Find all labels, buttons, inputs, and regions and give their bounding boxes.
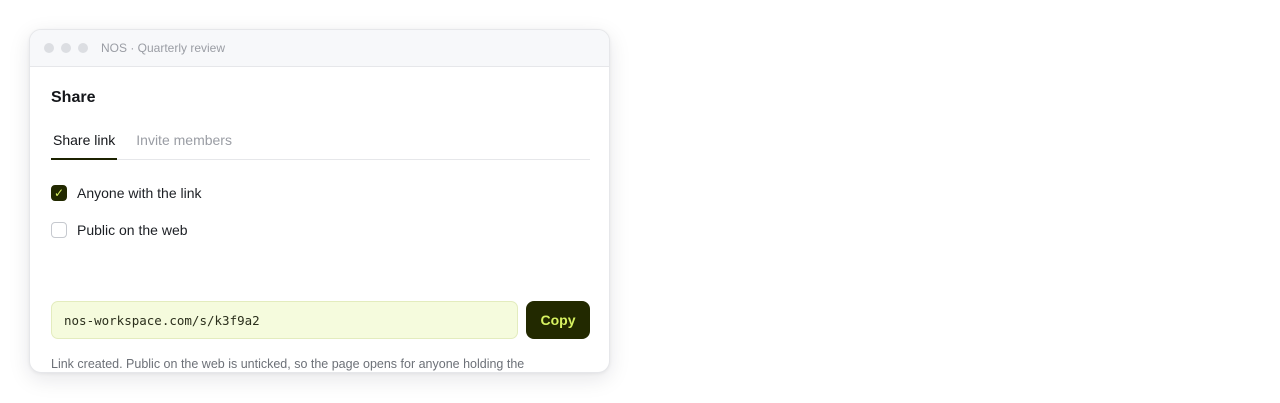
anyone-with-link-label: Anyone with the link xyxy=(77,185,202,201)
check-icon: ✓ xyxy=(53,186,65,200)
window-close-dot[interactable] xyxy=(44,43,54,53)
option-anyone-with-link[interactable]: ✓ Anyone with the link xyxy=(51,185,202,201)
tab-invite-members[interactable]: Invite members xyxy=(134,128,234,158)
share-status-note: Link created. Public on the web is untic… xyxy=(51,357,525,371)
share-tabs: Share link Invite members xyxy=(51,128,590,160)
window-title: NOS · Quarterly review xyxy=(101,41,226,55)
window-titlebar: NOS · Quarterly review xyxy=(30,30,609,67)
share-link-field[interactable] xyxy=(51,301,518,339)
copy-button[interactable]: Copy xyxy=(526,301,590,339)
window-maximize-dot[interactable] xyxy=(78,43,88,53)
tab-share-link[interactable]: Share link xyxy=(51,128,118,160)
share-window: NOS · Quarterly review Share Share link … xyxy=(29,29,610,373)
window-minimize-dot[interactable] xyxy=(61,43,71,53)
public-on-web-label: Public on the web xyxy=(77,222,188,238)
share-link-row: Copy xyxy=(51,301,590,339)
anyone-with-link-checkbox[interactable]: ✓ xyxy=(51,185,67,201)
dialog-heading: Share xyxy=(51,89,96,106)
public-on-web-checkbox[interactable] xyxy=(51,222,67,238)
option-public-on-web[interactable]: Public on the web xyxy=(51,222,188,238)
